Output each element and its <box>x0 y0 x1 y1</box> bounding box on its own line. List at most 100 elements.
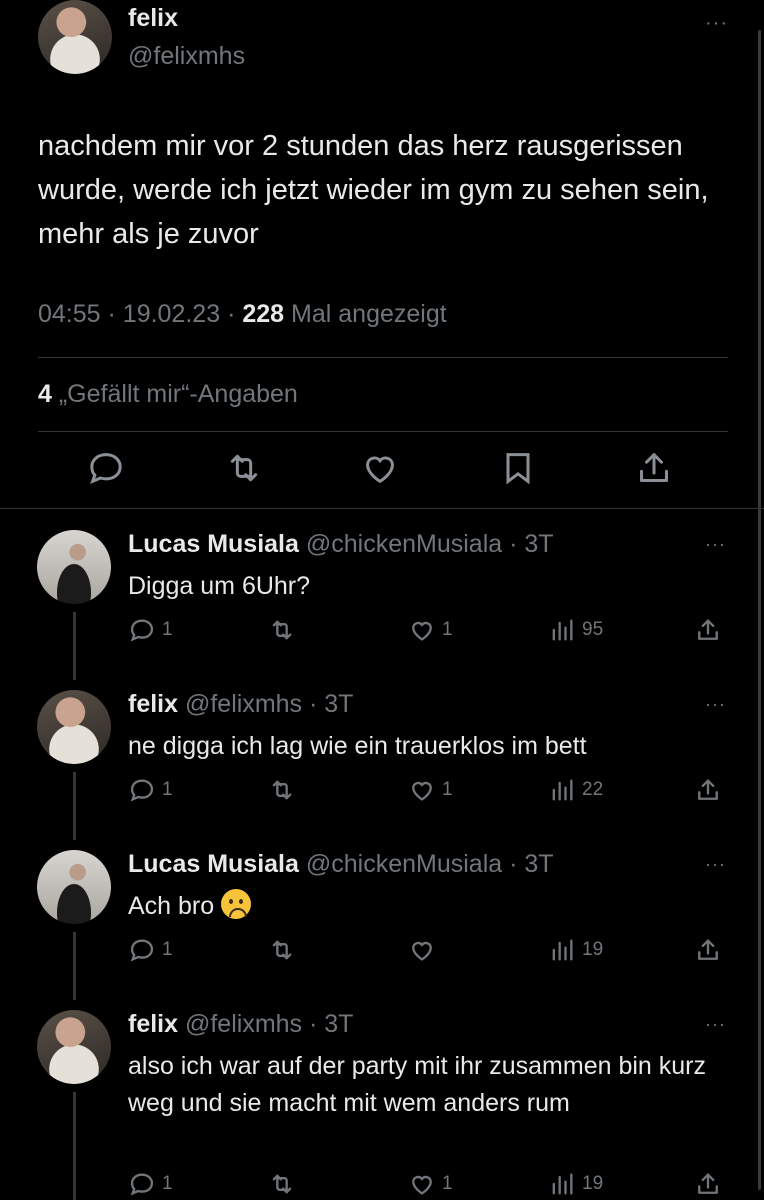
views-button[interactable]: 19 <box>548 1170 603 1198</box>
share-button[interactable] <box>694 1170 728 1198</box>
reply-button[interactable]: 1 <box>128 776 173 804</box>
author-name[interactable]: felix <box>128 1010 178 1038</box>
retweet-button[interactable] <box>268 776 302 804</box>
avatar[interactable] <box>38 0 112 74</box>
like-icon[interactable] <box>360 448 400 488</box>
reply-header: Lucas Musiala @chickenMusiala · 3T <box>128 530 554 559</box>
reply-count: 1 <box>162 779 173 800</box>
views-icon <box>552 779 573 801</box>
share-button[interactable] <box>694 776 728 804</box>
tweet-date[interactable]: 19.02.23 <box>123 300 220 328</box>
share-icon <box>698 939 718 960</box>
author-name[interactable]: Lucas Musiala <box>128 530 299 558</box>
separator: · <box>107 300 123 328</box>
author-name[interactable]: Lucas Musiala <box>128 850 299 878</box>
views-icon <box>552 1173 573 1195</box>
more-options-icon[interactable]: ··· <box>705 12 728 35</box>
views-icon <box>552 939 573 961</box>
reply-text: Digga um 6Uhr? <box>128 572 311 600</box>
divider <box>38 431 728 432</box>
divider <box>38 357 728 358</box>
like-button[interactable]: 1 <box>408 1170 453 1198</box>
author-handle[interactable]: @felixmhs <box>128 42 245 71</box>
author-name[interactable]: felix <box>128 4 178 33</box>
view-count: 228 <box>242 300 285 328</box>
like-count: 1 <box>442 1173 453 1194</box>
share-icon <box>698 779 718 800</box>
reply-actions: 1 19 <box>128 936 728 966</box>
more-options-icon[interactable]: ··· <box>705 1014 726 1035</box>
more-options-icon[interactable]: ··· <box>705 694 726 715</box>
action-bar <box>38 448 728 496</box>
scrollbar[interactable] <box>758 30 761 1190</box>
author-name[interactable]: felix <box>128 690 178 718</box>
likes-count: 4 <box>38 380 52 408</box>
reply-button[interactable]: 1 <box>128 616 173 644</box>
author-handle-time[interactable]: @felixmhs · 3T <box>185 690 353 718</box>
reply-icon <box>130 939 154 962</box>
retweet-icon <box>272 940 292 960</box>
avatar[interactable] <box>37 530 111 604</box>
reply-count: 1 <box>162 939 173 960</box>
view-count: 95 <box>582 619 604 640</box>
share-button[interactable] <box>694 936 728 964</box>
view-label: Mal angezeigt <box>291 300 447 328</box>
view-count: 22 <box>582 779 604 800</box>
avatar[interactable] <box>37 1010 111 1084</box>
more-options-icon[interactable]: ··· <box>705 534 726 555</box>
retweet-button[interactable] <box>268 616 302 644</box>
share-button[interactable] <box>694 616 728 644</box>
avatar[interactable] <box>37 850 111 924</box>
reply-button[interactable]: 1 <box>128 1170 173 1198</box>
author-handle-time[interactable]: @felixmhs · 3T <box>185 1010 353 1038</box>
like-button[interactable]: 1 <box>408 616 453 644</box>
avatar[interactable] <box>37 690 111 764</box>
reply-icon[interactable] <box>86 448 126 488</box>
divider <box>0 508 764 509</box>
reply-icon <box>130 619 154 642</box>
likes-summary[interactable]: 4 „Gefällt mir“-Angaben <box>38 380 298 409</box>
share-icon[interactable] <box>634 448 674 488</box>
reply-header: felix @felixmhs · 3T <box>128 1010 353 1039</box>
reply-icon <box>130 1173 154 1196</box>
tweet-time[interactable]: 04:55 <box>38 300 101 328</box>
tweet-text: nachdem mir vor 2 stunden das herz rausg… <box>38 130 709 250</box>
share-icon <box>698 1173 718 1194</box>
reply-text: Ach bro <box>128 892 215 920</box>
thread-line <box>73 772 76 840</box>
author-handle-time[interactable]: @chickenMusiala · 3T <box>306 530 554 558</box>
retweet-button[interactable] <box>268 1170 302 1198</box>
like-icon <box>412 1175 432 1195</box>
reply-text: ne digga ich lag wie ein trauerklos im b… <box>128 732 587 760</box>
views-button[interactable]: 19 <box>548 936 603 964</box>
reply-icon <box>130 779 154 802</box>
like-icon <box>412 781 432 801</box>
reply-text: also ich war auf der party mit ihr zusam… <box>128 1052 706 1117</box>
thread-line <box>73 612 76 680</box>
reply-button[interactable]: 1 <box>128 936 173 964</box>
retweet-icon <box>272 1174 292 1194</box>
view-count: 19 <box>582 939 604 960</box>
likes-label: „Gefällt mir“-Angaben <box>58 380 298 408</box>
reply-count: 1 <box>162 1173 173 1194</box>
more-options-icon[interactable]: ··· <box>705 854 726 875</box>
reply-actions: 1 1 95 <box>128 616 728 646</box>
reply-header: felix @felixmhs · 3T <box>128 690 353 719</box>
views-button[interactable]: 95 <box>548 616 603 644</box>
like-icon <box>412 621 432 641</box>
like-button[interactable] <box>408 936 442 964</box>
retweet-icon[interactable] <box>224 448 264 488</box>
views-icon <box>552 619 573 641</box>
author-handle-time[interactable]: @chickenMusiala · 3T <box>306 850 554 878</box>
separator: · <box>227 300 243 328</box>
reply-count: 1 <box>162 619 173 640</box>
sad-face-emoji <box>221 889 252 919</box>
thread-line <box>73 1092 76 1200</box>
bookmark-icon[interactable] <box>498 448 538 488</box>
retweet-button[interactable] <box>268 936 302 964</box>
views-button[interactable]: 22 <box>548 776 603 804</box>
like-button[interactable]: 1 <box>408 776 453 804</box>
like-count: 1 <box>442 779 453 800</box>
retweet-icon <box>272 620 292 640</box>
reply-actions: 1 1 22 <box>128 776 728 806</box>
